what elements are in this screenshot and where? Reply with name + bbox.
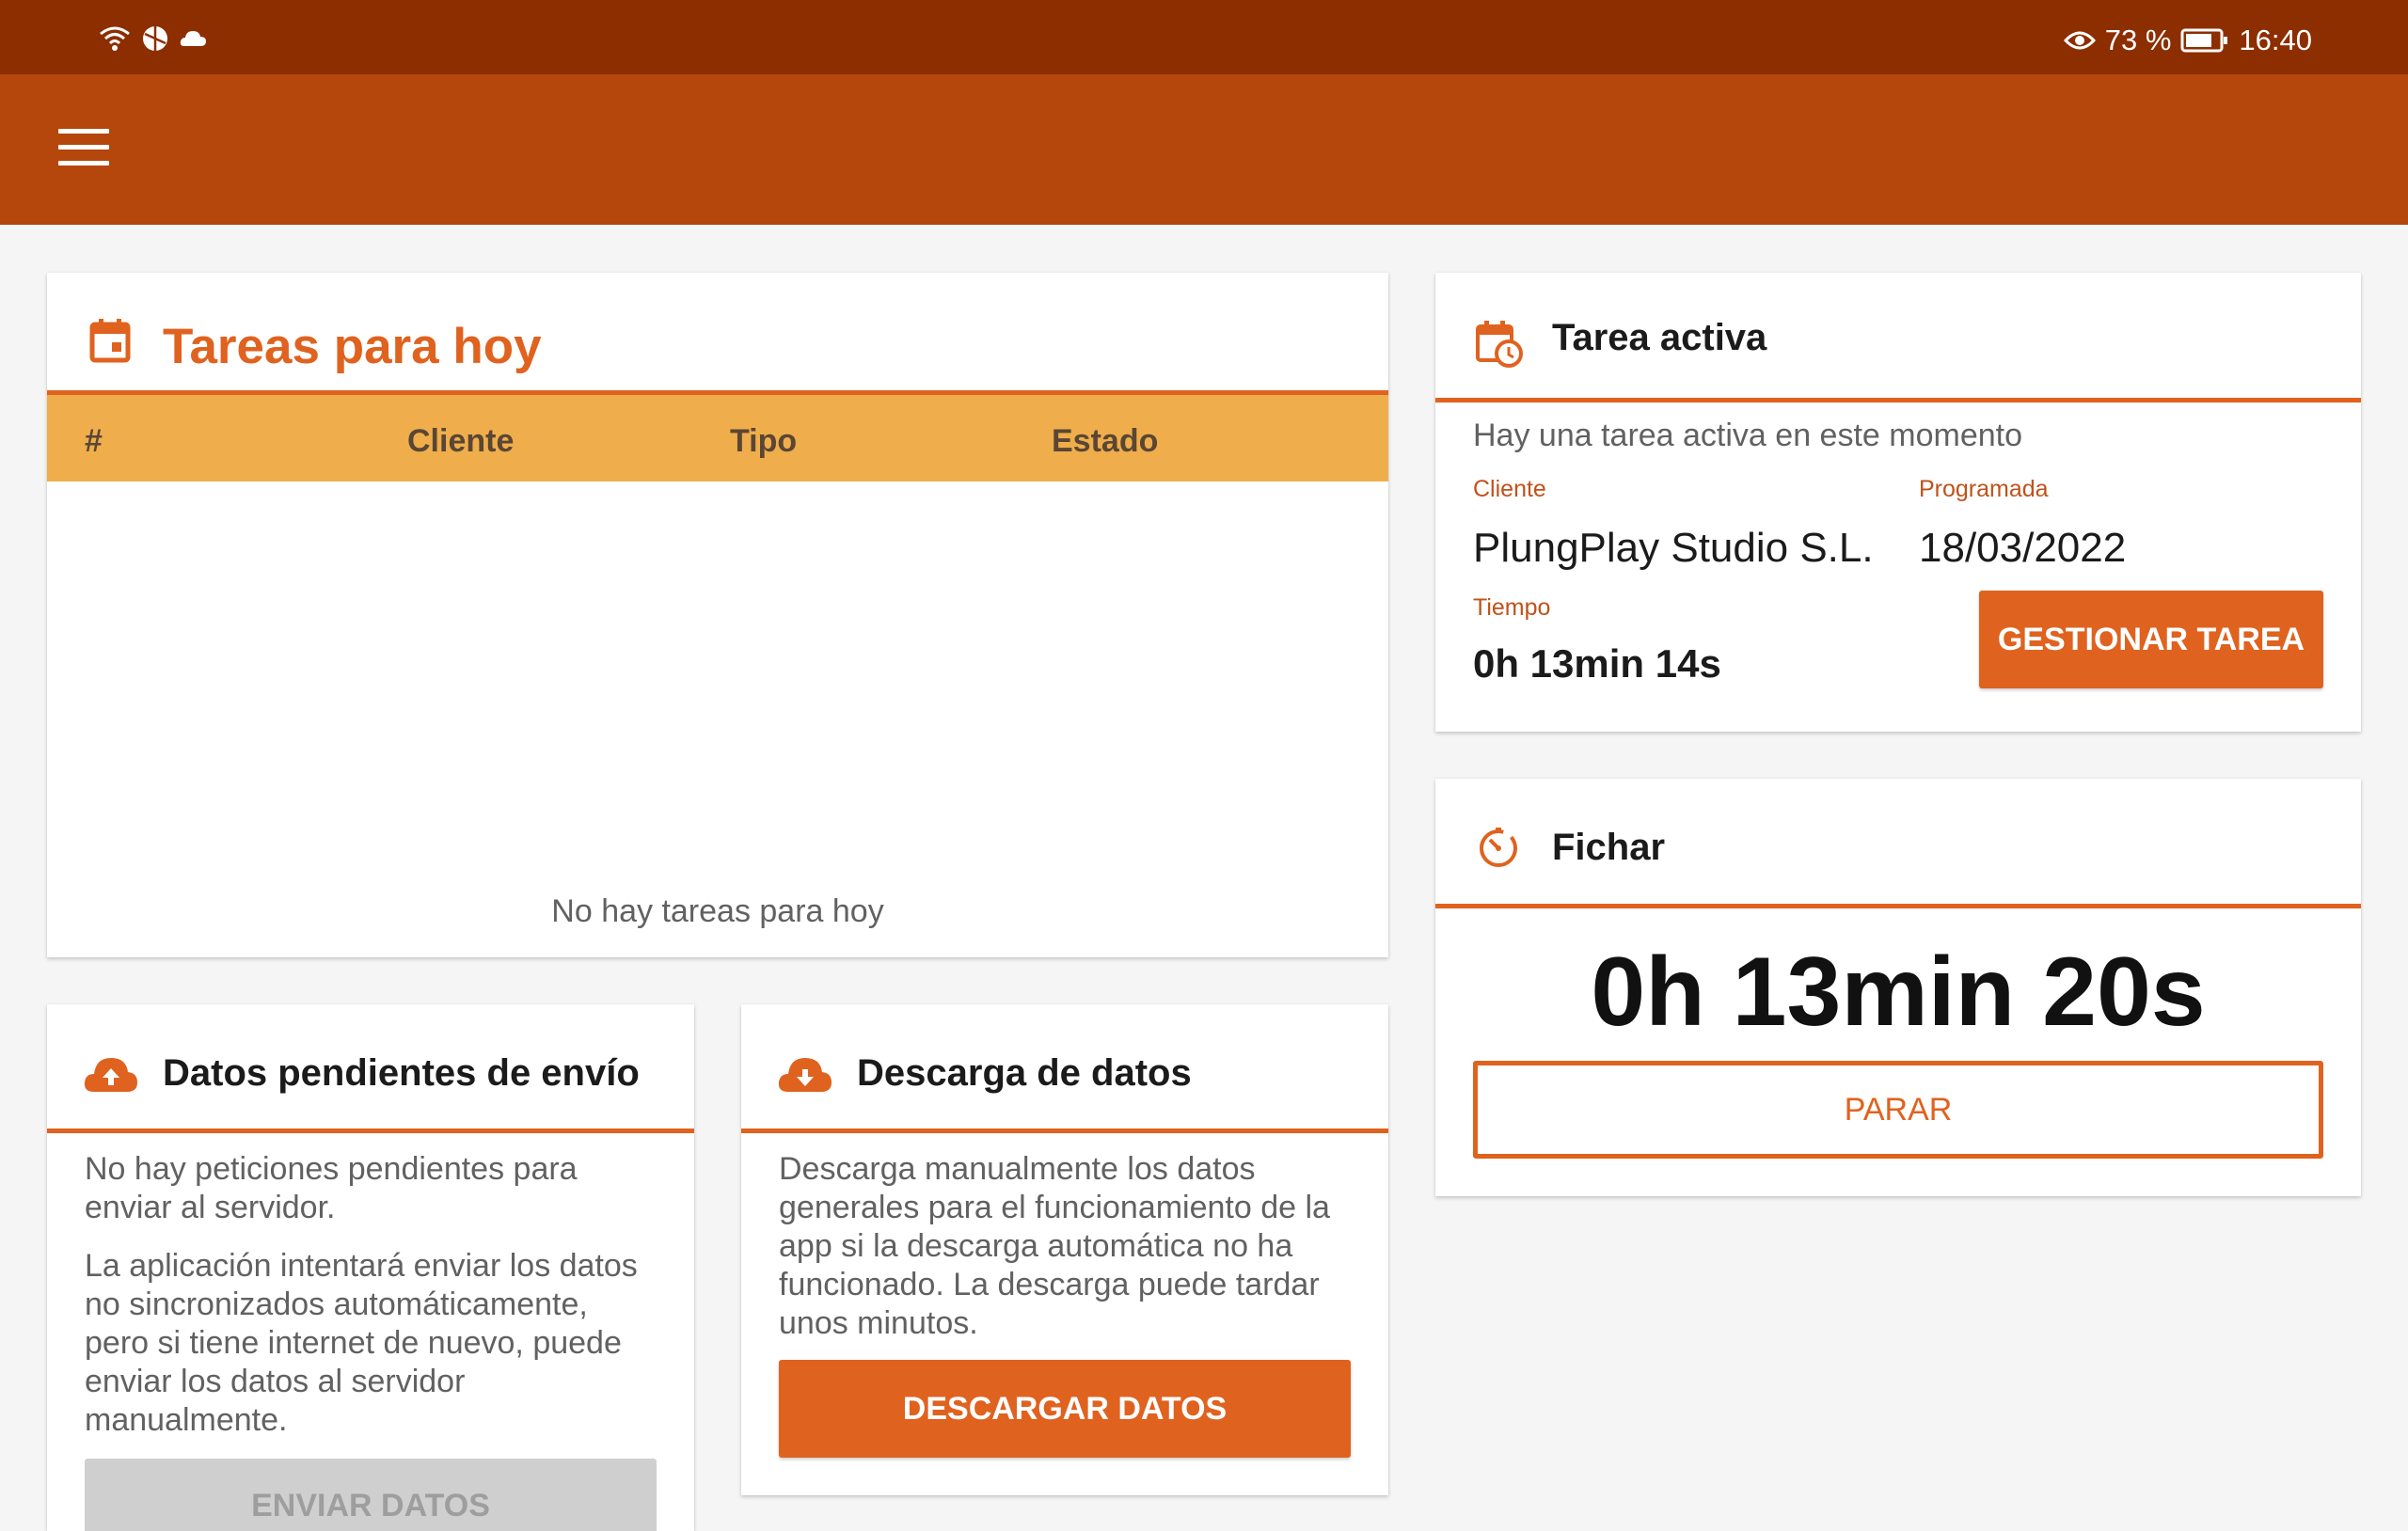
active-task-title: Tarea activa	[1552, 317, 1767, 358]
client-label: Cliente	[1473, 476, 1546, 502]
tasks-empty-message: No hay tareas para hoy	[551, 893, 884, 929]
clock-in-timer: 0h 13min 20s	[1591, 938, 2206, 1047]
eye-icon	[2063, 29, 2096, 52]
hamburger-menu-icon[interactable]	[58, 129, 109, 166]
pending-data-title: Datos pendientes de envío	[163, 1052, 640, 1094]
pending-data-header: Datos pendientes de envío	[47, 1004, 694, 1133]
scheduled-value: 18/03/2022	[1919, 525, 2127, 571]
pending-data-status: No hay peticiones pendientes para enviar…	[85, 1151, 578, 1225]
column-header-status[interactable]: Estado	[1052, 423, 1158, 460]
calendar-icon	[89, 318, 131, 363]
clock-time: 16:40	[2239, 24, 2312, 56]
active-task-header: Tarea activa	[1435, 273, 2361, 402]
clock-in-header: Fichar	[1435, 779, 2361, 908]
download-data-header: Descarga de datos	[741, 1004, 1388, 1133]
send-data-button[interactable]: ENVIAR DATOS	[85, 1459, 657, 1531]
client-value: PlungPlay Studio S.L.	[1473, 525, 1874, 571]
tasks-today-title: Tareas para hoy	[163, 319, 542, 374]
clock-in-title: Fichar	[1552, 827, 1666, 868]
battery-icon	[2180, 27, 2229, 54]
stop-button[interactable]: PARAR	[1473, 1061, 2323, 1159]
wifi-icon	[98, 24, 132, 53]
status-icons-right: 73 % 16:40	[2063, 24, 2312, 57]
active-task-message: Hay una tarea activa en este momento	[1473, 418, 2022, 453]
pending-data-card: Datos pendientes de envío No hay peticio…	[47, 1004, 694, 1531]
manage-task-button[interactable]: GESTIONAR TAREA	[1979, 591, 2323, 688]
calendar-clock-icon	[1475, 320, 1524, 369]
pending-data-description: La aplicación intentará enviar los datos…	[85, 1248, 638, 1438]
download-data-button[interactable]: DESCARGAR DATOS	[779, 1360, 1351, 1458]
column-header-client[interactable]: Cliente	[407, 423, 514, 460]
status-bar: 73 % 16:40	[0, 0, 2408, 74]
tasks-today-card: Tareas para hoy # Cliente Tipo Estado No…	[47, 273, 1388, 957]
column-header-number[interactable]: #	[85, 423, 103, 460]
timer-icon	[1477, 826, 1520, 869]
cloud-upload-icon	[83, 1054, 139, 1094]
scheduled-label: Programada	[1919, 476, 2049, 502]
battery-percent: 73 %	[2104, 24, 2172, 56]
column-header-type[interactable]: Tipo	[730, 423, 797, 460]
clock-in-card: Fichar 0h 13min 20s PARAR	[1435, 779, 2361, 1196]
active-task-time: 0h 13min 14s	[1473, 641, 1721, 686]
vpn-icon	[141, 24, 169, 53]
active-task-card: Tarea activa Hay una tarea activa en est…	[1435, 273, 2361, 732]
status-icons-left	[98, 24, 207, 53]
download-data-description: Descarga manualmente los datos generales…	[779, 1151, 1330, 1341]
app-bar	[0, 74, 2408, 225]
download-data-card: Descarga de datos Descarga manualmente l…	[741, 1004, 1388, 1495]
tasks-table-header: # Cliente Tipo Estado	[47, 390, 1388, 481]
time-label: Tiempo	[1473, 594, 1551, 621]
tasks-today-header: Tareas para hoy	[47, 273, 1388, 390]
cloud-download-icon	[777, 1054, 833, 1094]
cloud-icon	[179, 27, 207, 50]
download-data-title: Descarga de datos	[857, 1052, 1192, 1094]
